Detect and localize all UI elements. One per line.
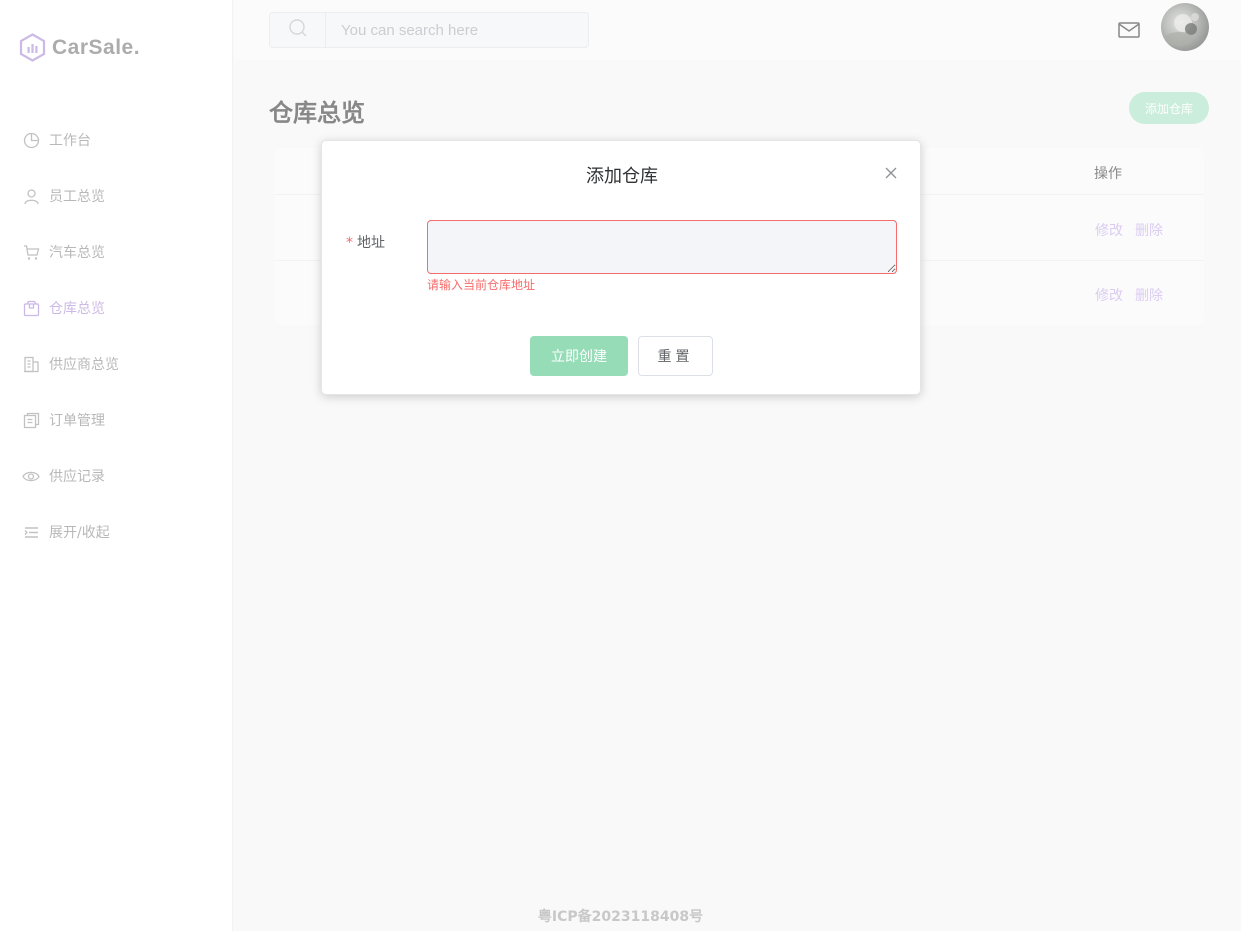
required-mark: * <box>346 235 353 251</box>
address-error-message: 请输入当前仓库地址 <box>427 278 536 292</box>
address-label: * 地址 <box>346 232 385 252</box>
add-warehouse-dialog: 添加仓库 * 地址 请输入当前仓库地址 立即创建 重置 <box>321 140 921 395</box>
address-label-text: 地址 <box>357 235 385 251</box>
reset-button[interactable]: 重置 <box>638 336 713 376</box>
close-icon[interactable] <box>883 165 899 181</box>
address-textarea[interactable] <box>427 220 897 274</box>
create-button[interactable]: 立即创建 <box>530 336 628 376</box>
dialog-title: 添加仓库 <box>586 166 658 187</box>
